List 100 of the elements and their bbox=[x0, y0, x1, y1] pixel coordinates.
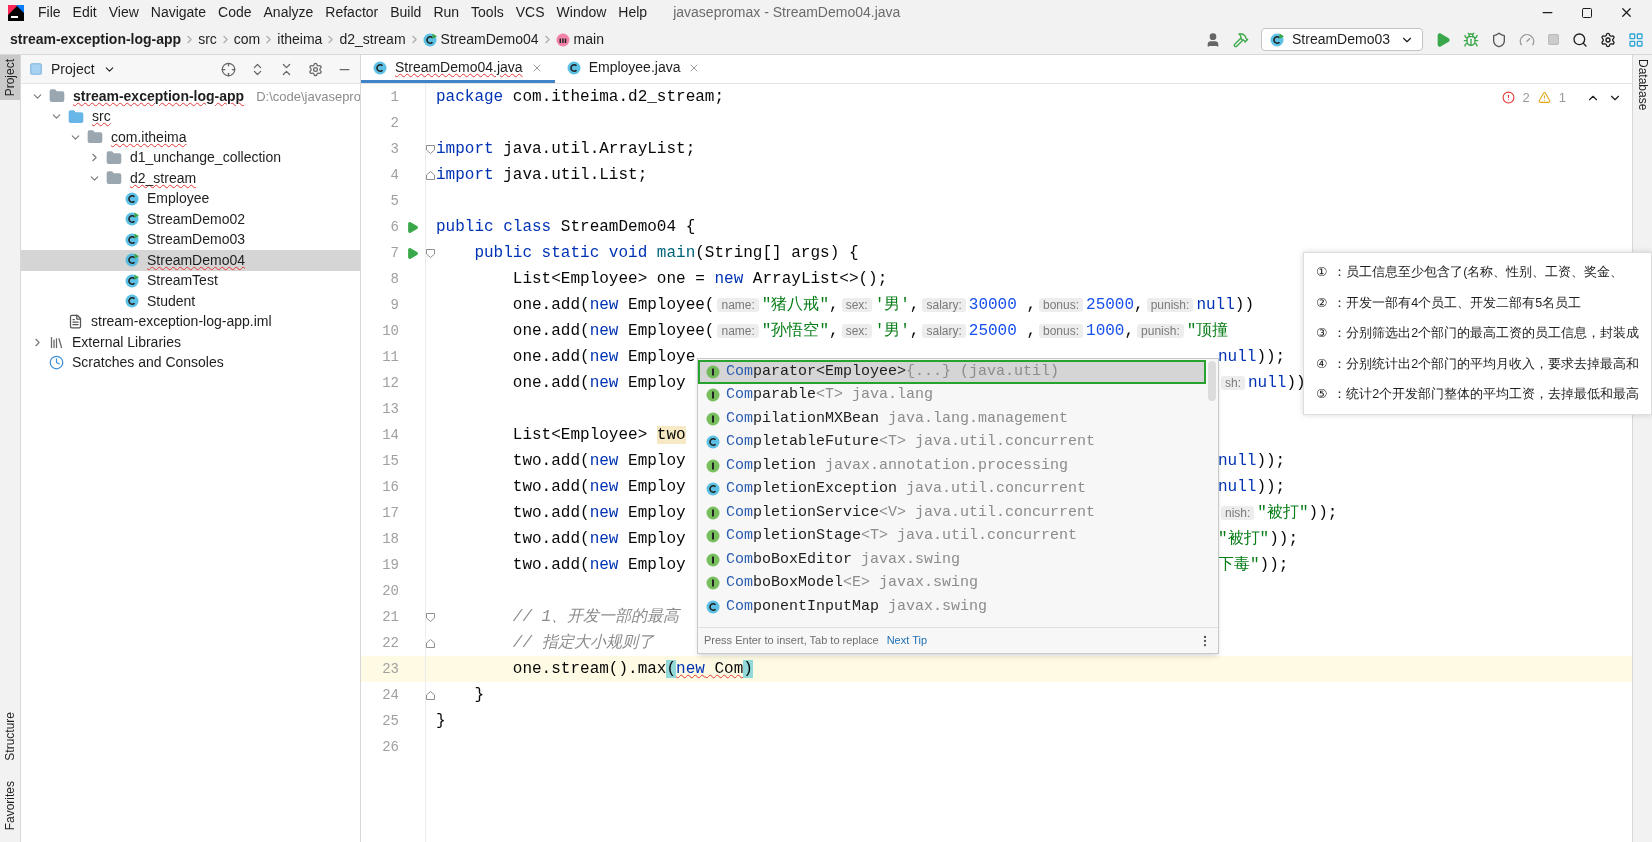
fold-icon[interactable] bbox=[426, 690, 435, 700]
window-title: javasepromax - StreamDemo04.java bbox=[673, 3, 901, 22]
breadcrumb-item[interactable]: main bbox=[573, 29, 604, 50]
fold-icon[interactable] bbox=[426, 612, 435, 622]
maximize-icon[interactable] bbox=[1581, 6, 1593, 19]
completion-item[interactable]: Comparable<T> java.lang bbox=[698, 383, 1206, 407]
tree-item[interactable]: com.itheima bbox=[21, 127, 360, 148]
tree-item[interactable]: Scratches and Consoles bbox=[21, 352, 360, 373]
debug-icon[interactable] bbox=[1463, 31, 1479, 48]
note-text: ：分别筛选出2个部门的最高工资的员工信息，封装成 bbox=[1333, 325, 1640, 343]
error-icon[interactable] bbox=[1501, 91, 1515, 105]
line-number: 18 bbox=[381, 529, 399, 549]
fold-icon[interactable] bbox=[426, 248, 435, 258]
code-line: } bbox=[436, 711, 446, 732]
code-line: } bbox=[473, 685, 484, 706]
note-number: ① bbox=[1316, 262, 1328, 281]
completion-item[interactable]: CompletionStage<T> java.util.concurrent bbox=[698, 524, 1206, 548]
plugin-icon[interactable] bbox=[1628, 31, 1644, 48]
next-tip-link[interactable]: Next Tip bbox=[886, 632, 928, 649]
tree-item[interactable]: d1_unchange_collection bbox=[21, 147, 360, 168]
note-text: ：员工信息至少包含了(名称、性别、工资、奖金、 bbox=[1333, 263, 1624, 281]
menu-item[interactable]: Code bbox=[212, 2, 258, 23]
stop-icon[interactable] bbox=[1547, 33, 1560, 46]
warning-icon[interactable] bbox=[1537, 91, 1551, 105]
tree-label: com.itheima bbox=[111, 127, 187, 147]
tree-item[interactable]: stream-exception-log-app D:\code\javasepro bbox=[21, 86, 360, 107]
fold-icon[interactable] bbox=[426, 170, 435, 180]
project-view-dropdown[interactable]: Project bbox=[29, 58, 116, 80]
run-gutter-icon[interactable] bbox=[405, 220, 419, 234]
completion-item[interactable]: CompletionException java.util.concurrent bbox=[698, 477, 1206, 501]
completion-item[interactable]: CompletionService<V> java.util.concurrent bbox=[698, 501, 1206, 525]
tool-window-tab[interactable]: Favorites bbox=[1, 776, 19, 834]
code-line: nish: "被打")); bbox=[1218, 501, 1338, 525]
database-tool-tab[interactable]: Database bbox=[1633, 59, 1652, 111]
completion-item[interactable]: ComboBoxEditor javax.swing bbox=[698, 548, 1206, 572]
breadcrumb-item[interactable]: com bbox=[233, 29, 261, 50]
editor-tab[interactable]: Employee.java bbox=[554, 55, 713, 83]
completion-item[interactable]: CompletableFuture<T> java.util.concurrent bbox=[698, 430, 1206, 454]
menu-item[interactable]: Run bbox=[427, 2, 466, 23]
completion-item[interactable]: Completion javax.annotation.processing bbox=[698, 454, 1206, 478]
code-line: null)); bbox=[1218, 477, 1286, 498]
breadcrumb-item[interactable]: stream-exception-log-app bbox=[10, 29, 182, 50]
line-number: 15 bbox=[381, 451, 399, 471]
menu-item[interactable]: File bbox=[32, 2, 67, 23]
tree-item[interactable]: d2_stream bbox=[21, 168, 360, 189]
tree-label: Student bbox=[147, 291, 196, 311]
class-icon bbox=[125, 191, 139, 206]
build-icon[interactable] bbox=[1233, 31, 1249, 48]
run-gutter-icon[interactable] bbox=[405, 246, 419, 260]
code-line: package com.itheima.d2_stream; bbox=[436, 87, 725, 108]
interface-icon bbox=[706, 529, 720, 544]
file-icon bbox=[68, 314, 83, 330]
breadcrumb-item[interactable]: StreamDemo04 bbox=[440, 29, 539, 50]
breadcrumb-item[interactable]: src bbox=[198, 29, 217, 50]
menu-item[interactable]: Analyze bbox=[257, 2, 320, 23]
menu-item[interactable]: View bbox=[102, 2, 145, 23]
breadcrumb-item[interactable]: d2_stream bbox=[339, 29, 406, 50]
completion-item[interactable]: CompilationMXBean java.lang.management bbox=[698, 407, 1206, 431]
profile-icon[interactable] bbox=[1519, 31, 1535, 48]
code-line: one.add(new Employ bbox=[511, 373, 687, 394]
completion-item[interactable]: ComboBoxModel<E> javax.swing bbox=[698, 571, 1206, 595]
code-line: import java.util.List; bbox=[436, 165, 648, 186]
completion-item[interactable]: ComponentInputMap javax.swing bbox=[698, 595, 1206, 619]
tree-item[interactable]: StreamDemo04 bbox=[21, 250, 360, 271]
fold-icon[interactable] bbox=[426, 638, 435, 648]
fold-icon[interactable] bbox=[426, 144, 435, 154]
completion-item[interactable]: Comparator<Employee>{...} (java.util) bbox=[698, 360, 1206, 384]
run-config-dropdown[interactable]: StreamDemo03 bbox=[1261, 28, 1423, 51]
method-icon bbox=[555, 32, 570, 47]
menu-item[interactable]: VCS bbox=[509, 2, 551, 23]
tree-item[interactable]: src bbox=[21, 106, 360, 127]
tree-label: Employee bbox=[147, 189, 210, 209]
coverage-icon[interactable] bbox=[1491, 31, 1507, 48]
tree-item[interactable]: StreamDemo02 bbox=[21, 209, 360, 230]
tree-item[interactable]: External Libraries bbox=[21, 332, 360, 353]
tree-item[interactable]: StreamDemo03 bbox=[21, 229, 360, 250]
menu-item[interactable]: Navigate bbox=[144, 2, 213, 23]
menu-item[interactable]: Refactor bbox=[319, 2, 385, 23]
menu-item[interactable]: Help bbox=[612, 2, 654, 23]
search-icon[interactable] bbox=[1572, 31, 1588, 48]
run-icon[interactable] bbox=[1435, 31, 1451, 48]
tree-item[interactable]: Student bbox=[21, 291, 360, 312]
tool-window-tab[interactable]: Structure bbox=[1, 707, 19, 765]
tree-item[interactable]: Employee bbox=[21, 188, 360, 209]
settings-icon[interactable] bbox=[1600, 31, 1616, 48]
menu-item[interactable]: Window bbox=[550, 2, 613, 23]
tree-item[interactable]: StreamTest bbox=[21, 270, 360, 291]
user-icon[interactable] bbox=[1205, 31, 1221, 48]
source-folder-icon bbox=[68, 108, 84, 125]
tree-item[interactable]: stream-exception-log-app.iml bbox=[21, 311, 360, 332]
menu-item[interactable]: Edit bbox=[66, 2, 103, 23]
project-tool-tab[interactable]: Project bbox=[0, 55, 20, 101]
close-icon[interactable] bbox=[1619, 5, 1634, 20]
breadcrumb-item[interactable]: itheima bbox=[277, 29, 323, 50]
menu-item[interactable]: Build bbox=[384, 2, 428, 23]
menu-item[interactable]: Tools bbox=[465, 2, 510, 23]
locate-icon[interactable] bbox=[221, 61, 236, 77]
scrollbar[interactable] bbox=[1208, 361, 1216, 401]
line-number: 5 bbox=[389, 191, 399, 211]
class-icon bbox=[422, 32, 437, 47]
